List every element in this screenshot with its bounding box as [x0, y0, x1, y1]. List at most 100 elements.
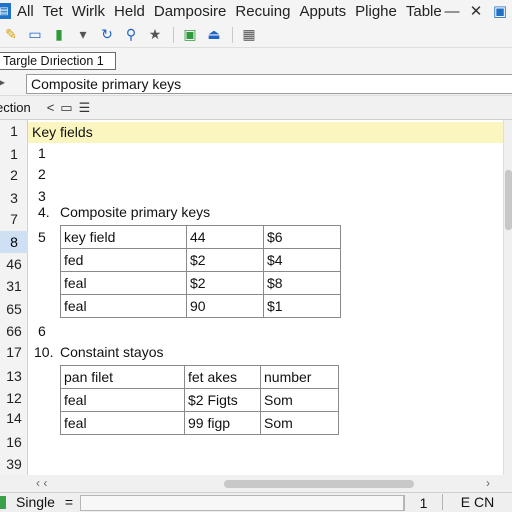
list-number[interactable]: 5: [38, 229, 46, 245]
encoding-indicator[interactable]: E CN: [442, 494, 512, 510]
cursor-position: 1: [404, 495, 442, 511]
list-number[interactable]: 10.: [34, 344, 53, 360]
vertical-scrollbar[interactable]: [503, 120, 512, 475]
name-box-row: Targle Dıriection 1: [0, 50, 512, 72]
table-row: pan filet fet akes number: [60, 365, 339, 389]
table-cell[interactable]: fed: [60, 248, 187, 272]
section-title-composite-keys[interactable]: Composite primary keys: [60, 204, 210, 220]
table-cell[interactable]: $2: [186, 248, 264, 272]
expand-arrow-icon[interactable]: ▸: [0, 75, 5, 89]
table-cell[interactable]: $2 Figts: [184, 388, 261, 412]
section-title-constraints[interactable]: Constaint stayos: [60, 344, 164, 360]
restore-button[interactable]: ▣: [488, 2, 512, 20]
formula-input[interactable]: Composite primary keys: [26, 74, 512, 94]
format-icon[interactable]: ▮: [48, 24, 70, 46]
app-window: ▤ All Tet Wirlk Held Damposire Recuing A…: [0, 0, 512, 512]
row-header[interactable]: 14: [0, 410, 28, 426]
list-number[interactable]: 1: [38, 145, 46, 161]
key-fields-table: key field 44 $6 fed $2 $4 feal $2 $8 fea…: [60, 225, 341, 318]
table-cell[interactable]: feal: [60, 271, 187, 295]
horizontal-scrollbar[interactable]: ‹ ‹ ›: [0, 475, 512, 492]
row-header[interactable]: 31: [0, 278, 28, 294]
direction-label: ection: [0, 100, 31, 115]
constraints-table: pan filet fet akes number feal $2 Figts …: [60, 365, 339, 435]
comment-icon[interactable]: ▭: [24, 24, 46, 46]
menu-plighe[interactable]: Plighe: [355, 3, 397, 20]
selection-mode-label: Single: [16, 494, 55, 510]
bookmark-icon[interactable]: ★: [144, 24, 166, 46]
row-header[interactable]: 16: [0, 434, 28, 450]
scroll-right-icon[interactable]: ›: [486, 476, 490, 490]
folder-icon[interactable]: ▭: [60, 100, 72, 116]
heading-key-fields[interactable]: Key fields: [32, 124, 93, 140]
menu-tet[interactable]: Tet: [43, 3, 63, 20]
table-cell[interactable]: key field: [60, 225, 187, 249]
table-cell[interactable]: Som: [260, 411, 339, 435]
row-header-active[interactable]: 8: [0, 231, 28, 253]
table-cell[interactable]: $2: [186, 271, 264, 295]
menu-wirlk[interactable]: Wirlk: [72, 3, 105, 20]
menu-recuing[interactable]: Recuing: [235, 3, 290, 20]
table-cell[interactable]: number: [260, 365, 339, 389]
new-file-icon[interactable]: ✎: [0, 24, 22, 46]
vertical-scroll-thumb[interactable]: [505, 170, 512, 230]
menu-held[interactable]: Held: [114, 3, 145, 20]
status-field: [80, 495, 404, 511]
search-icon[interactable]: ⚲: [120, 24, 142, 46]
row-header[interactable]: 65: [0, 301, 28, 317]
row-header[interactable]: 2: [0, 167, 28, 183]
selection-mode[interactable]: Single =: [16, 494, 73, 510]
menu-table[interactable]: Table: [406, 3, 442, 20]
scroll-left-icon[interactable]: ‹ ‹: [36, 476, 47, 490]
table-cell[interactable]: 99 figp: [184, 411, 261, 435]
table-cell[interactable]: $8: [263, 271, 341, 295]
table-cell[interactable]: $1: [263, 294, 341, 318]
row-header[interactable]: 66: [0, 323, 28, 339]
redo-icon[interactable]: ↻: [96, 24, 118, 46]
list-number[interactable]: 2: [38, 166, 46, 182]
table-cell[interactable]: feal: [60, 411, 185, 435]
minimize-button[interactable]: —: [440, 3, 464, 20]
list-number[interactable]: 6: [38, 323, 46, 339]
row-header[interactable]: 1: [0, 123, 28, 139]
table-row: feal $2 $8: [60, 271, 341, 295]
highlighted-row: [28, 122, 503, 143]
row-header[interactable]: 12: [0, 390, 28, 406]
menu-all[interactable]: All: [17, 3, 34, 20]
table-cell[interactable]: fet akes: [184, 365, 261, 389]
table-cell[interactable]: pan filet: [60, 365, 185, 389]
table-cell[interactable]: 44: [186, 225, 264, 249]
insert-image-icon[interactable]: ▣: [179, 24, 201, 46]
eject-icon[interactable]: ⏏: [203, 24, 225, 46]
dropdown-icon[interactable]: ▾: [72, 24, 94, 46]
row-header[interactable]: 1: [0, 146, 28, 162]
grid-icon[interactable]: ▦: [238, 24, 260, 46]
row-header[interactable]: 3: [0, 190, 28, 206]
list-number[interactable]: 4.: [38, 204, 50, 220]
table-cell[interactable]: feal: [60, 294, 187, 318]
row-header[interactable]: 17: [0, 344, 28, 360]
row-header[interactable]: 7: [0, 211, 28, 227]
table-cell[interactable]: $6: [263, 225, 341, 249]
close-button[interactable]: ✕: [464, 2, 488, 20]
sheet-grid[interactable]: 1 1 2 3 7 8 46 31 65 66 17 13 12 14 16 3…: [0, 120, 503, 475]
menu-apputs[interactable]: Apputs: [299, 3, 346, 20]
table-cell[interactable]: feal: [60, 388, 185, 412]
menu-damposire[interactable]: Damposire: [154, 3, 227, 20]
row-header[interactable]: 13: [0, 368, 28, 384]
status-icon: [0, 496, 6, 509]
table-cell[interactable]: $4: [263, 248, 341, 272]
list-number[interactable]: 3: [38, 188, 46, 204]
table-row: feal 99 figp Som: [60, 411, 339, 435]
horizontal-scroll-thumb[interactable]: [224, 480, 414, 488]
row-headers: 1 1 2 3 7 8 46 31 65 66 17 13 12 14 16 3…: [0, 120, 28, 475]
row-header[interactable]: 39: [0, 456, 28, 472]
toolbar-divider: [173, 26, 174, 43]
name-box[interactable]: Targle Dıriection 1: [0, 52, 116, 70]
horizontal-scroll-track[interactable]: [60, 480, 500, 488]
row-header[interactable]: 46: [0, 256, 28, 272]
chevron-left-icon[interactable]: <: [47, 100, 55, 115]
list-icon[interactable]: ☰: [79, 100, 91, 116]
table-cell[interactable]: Som: [260, 388, 339, 412]
table-cell[interactable]: 90: [186, 294, 264, 318]
